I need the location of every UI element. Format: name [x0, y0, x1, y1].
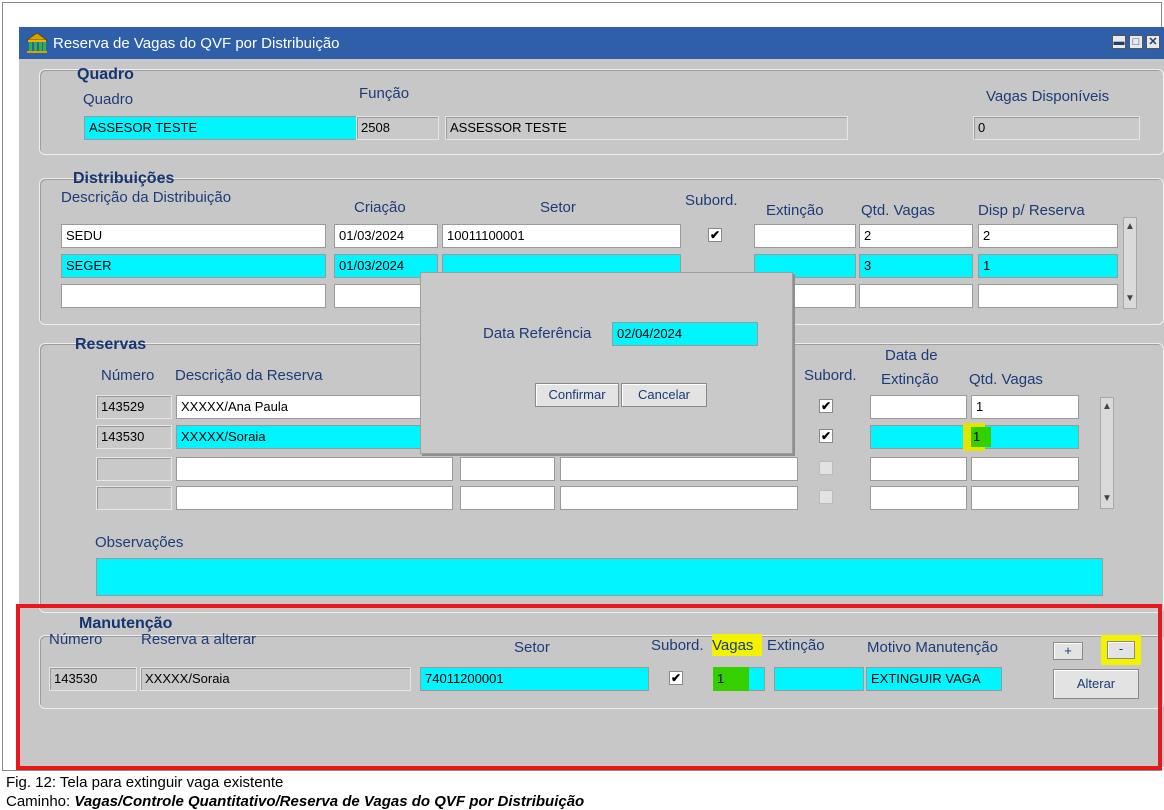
reserva-row-1-qtd[interactable]: 1 — [971, 395, 1079, 419]
maximize-icon[interactable]: □ — [1129, 35, 1143, 49]
close-icon[interactable]: ✕ — [1146, 35, 1160, 49]
quadro-label: Quadro — [83, 91, 134, 108]
cancelar-button[interactable]: Cancelar — [621, 383, 707, 407]
reserva-row-2-extincao[interactable] — [870, 425, 967, 449]
path-caption: Caminho: Vagas/Controle Quantitativo/Res… — [6, 793, 584, 810]
confirmar-button[interactable]: Confirmar — [535, 383, 619, 407]
distribuicao-row-2-descricao[interactable]: SEGER — [61, 254, 326, 278]
reserva-row-2-subord-checkbox[interactable]: ✔ — [819, 429, 833, 443]
distribuicao-row-1-descricao[interactable]: SEDU — [61, 224, 326, 248]
reserva-row-4-subord-checkbox[interactable] — [819, 490, 833, 504]
window-title: Reserva de Vagas do QVF por Distribuição — [53, 35, 340, 52]
distribuicao-row-1-qtd[interactable]: 2 — [859, 224, 973, 248]
reserva-row-4-qtd[interactable] — [971, 486, 1079, 510]
col-reserva-qtd: Qtd. Vagas — [969, 371, 1043, 388]
reserva-row-1-numero: 143529 — [96, 395, 172, 419]
col-data-extincao: Extinção — [881, 371, 939, 388]
col-reserva-subord: Subord. — [804, 367, 857, 384]
reserva-row-2-qtd-highlight[interactable]: 1 — [971, 427, 991, 447]
data-referencia-label: Data Referência — [483, 325, 592, 342]
path-text: Vagas/Controle Quantitativo/Reserva de V… — [74, 793, 585, 810]
distribuicao-row-2-qtd[interactable]: 3 — [859, 254, 973, 278]
reserva-row-4-descricao[interactable] — [176, 486, 453, 510]
scroll-down-icon[interactable]: ▼ — [1125, 292, 1135, 306]
distribuicao-row-2-disp[interactable]: 1 — [978, 254, 1118, 278]
reserva-row-3-col-b[interactable] — [560, 457, 798, 481]
reservas-header: Reservas — [75, 336, 147, 353]
scroll-down-icon[interactable]: ▼ — [1102, 492, 1112, 506]
funcao-desc-field: ASSESSOR TESTE — [445, 116, 848, 140]
quadro-header: Quadro — [77, 66, 134, 83]
reserva-row-2-descricao[interactable]: XXXXX/Soraia — [176, 425, 457, 449]
col-descricao-distribuicao: Descrição da Distribuição — [61, 189, 232, 206]
distribuicao-row-3-disp[interactable] — [978, 284, 1118, 308]
reserva-row-3-numero — [96, 457, 172, 481]
distribuicao-row-1-extincao[interactable] — [754, 224, 856, 248]
minimize-icon[interactable]: ▬ — [1112, 35, 1126, 49]
figure-caption: Fig. 12: Tela para extinguir vaga existe… — [6, 774, 284, 791]
highlight-box — [16, 604, 1162, 770]
col-extincao: Extinção — [766, 202, 824, 219]
reserva-row-1-subord-checkbox[interactable]: ✔ — [819, 399, 833, 413]
col-subord: Subord. — [685, 192, 738, 209]
title-bar: Reserva de Vagas do QVF por Distribuição… — [19, 27, 1164, 59]
col-data-de: Data de — [885, 347, 938, 364]
distribuicao-row-1-subord-checkbox[interactable]: ✔ — [708, 228, 722, 242]
data-referencia-field[interactable]: 02/04/2024 — [612, 322, 758, 346]
col-criacao: Criação — [354, 199, 406, 216]
scroll-up-icon[interactable]: ▲ — [1125, 220, 1135, 234]
reserva-row-4-numero — [96, 486, 172, 510]
col-setor: Setor — [540, 199, 576, 216]
col-disp-reserva: Disp p/ Reserva — [978, 202, 1085, 219]
quadro-group — [39, 69, 1164, 155]
reserva-row-1-extincao[interactable] — [870, 395, 967, 419]
reserva-row-1-descricao[interactable]: XXXXX/Ana Paula — [176, 395, 457, 419]
vagas-disponiveis-label: Vagas Disponíveis — [986, 88, 1110, 105]
reservas-scrollbar[interactable]: ▲ ▼ — [1100, 397, 1114, 509]
data-referencia-dialog: Data Referência 02/04/2024 Confirmar Can… — [420, 272, 793, 454]
path-prefix: Caminho: — [6, 793, 75, 810]
distribuicao-row-1-criacao[interactable]: 01/03/2024 — [334, 224, 438, 248]
reserva-row-4-col-b[interactable] — [560, 486, 798, 510]
observacoes-field[interactable] — [96, 558, 1103, 596]
distribuicao-row-3-qtd[interactable] — [859, 284, 973, 308]
vagas-disponiveis-field: 0 — [973, 116, 1140, 140]
distribuicoes-scrollbar[interactable]: ▲ ▼ — [1123, 217, 1137, 309]
col-descricao-reserva: Descrição da Reserva — [175, 367, 323, 384]
distribuicao-row-3-descricao[interactable] — [61, 284, 326, 308]
col-numero: Número — [101, 367, 155, 384]
quadro-field[interactable]: ASSESOR TESTE — [84, 116, 357, 140]
funcao-label: Função — [359, 85, 410, 102]
distribuicao-row-1-disp[interactable]: 2 — [978, 224, 1118, 248]
scroll-up-icon[interactable]: ▲ — [1102, 400, 1112, 414]
reserva-row-3-descricao[interactable] — [176, 457, 453, 481]
col-qtd-vagas: Qtd. Vagas — [861, 202, 935, 219]
reserva-row-4-extincao[interactable] — [870, 486, 967, 510]
reserva-row-3-extincao[interactable] — [870, 457, 967, 481]
reserva-row-3-subord-checkbox[interactable] — [819, 461, 833, 475]
observacoes-label: Observações — [95, 534, 184, 551]
reserva-row-2-numero: 143530 — [96, 425, 172, 449]
reserva-row-3-col-a[interactable] — [460, 457, 555, 481]
reserva-row-3-qtd[interactable] — [971, 457, 1079, 481]
distribuicoes-header: Distribuições — [73, 170, 175, 187]
distribuicao-row-1-setor[interactable]: 10011100001 — [442, 224, 681, 248]
reserva-row-4-col-a[interactable] — [460, 486, 555, 510]
funcao-code-field: 2508 — [356, 116, 439, 140]
building-icon — [26, 32, 48, 53]
